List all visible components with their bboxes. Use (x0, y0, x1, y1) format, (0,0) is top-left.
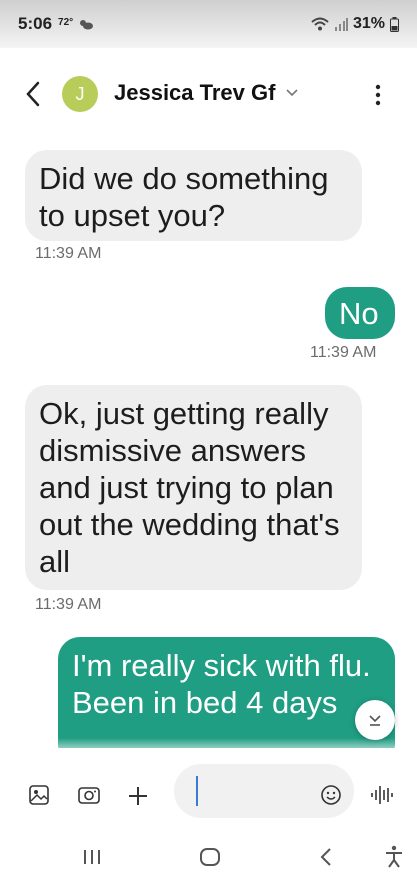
back-arrow-icon[interactable] (22, 80, 44, 108)
more-options-icon[interactable] (368, 82, 388, 108)
status-right: 31% (311, 15, 399, 33)
message-bubble-outgoing[interactable]: No (325, 287, 395, 339)
scroll-to-bottom-button[interactable] (355, 700, 395, 740)
accessibility-icon[interactable] (384, 845, 404, 869)
plus-icon[interactable] (127, 785, 149, 807)
home-icon[interactable] (199, 847, 221, 867)
contact-name: Jessica Trev Gf (114, 80, 276, 105)
status-time: 5:06 (18, 14, 53, 33)
battery-percent: 31% (352, 15, 385, 32)
conversation-header: J Jessica Trev Gf (0, 66, 417, 122)
contact-name-button[interactable]: Jessica Trev Gf (114, 80, 299, 106)
battery-icon (390, 16, 399, 32)
contact-avatar[interactable]: J (62, 76, 98, 112)
emoji-icon[interactable] (320, 784, 342, 806)
back-nav-icon[interactable] (318, 847, 334, 867)
message-bubble-incoming[interactable]: Ok, just getting really dismissive answe… (25, 385, 362, 590)
message-bubble-incoming[interactable]: Did we do something to upset you? (25, 150, 362, 241)
message-text: I'm really sick with flu. Been in bed 4 … (72, 648, 371, 720)
wifi-icon (311, 17, 329, 31)
message-timestamp: 11:39 AM (35, 245, 102, 262)
message-text: Did we do something to upset you? (39, 161, 329, 233)
message-timestamp: 11:39 AM (310, 344, 377, 361)
signal-icon (334, 18, 348, 31)
camera-icon[interactable] (77, 785, 101, 805)
message-text: Ok, just getting really dismissive answe… (39, 396, 340, 579)
scroll-down-icon (369, 715, 381, 726)
weather-icon (80, 20, 94, 30)
gallery-icon[interactable] (28, 784, 50, 806)
chevron-down-icon (286, 89, 299, 97)
text-cursor (196, 776, 198, 806)
message-text: No (339, 296, 379, 331)
recents-icon[interactable] (82, 848, 102, 866)
status-temperature: 72° (58, 16, 74, 28)
voice-icon[interactable] (370, 784, 394, 806)
message-timestamp: 11:39 AM (35, 596, 102, 613)
system-navigation-bar (0, 838, 417, 882)
status-bar: 5:06 72° 31% (0, 0, 417, 48)
avatar-letter: J (75, 83, 85, 104)
